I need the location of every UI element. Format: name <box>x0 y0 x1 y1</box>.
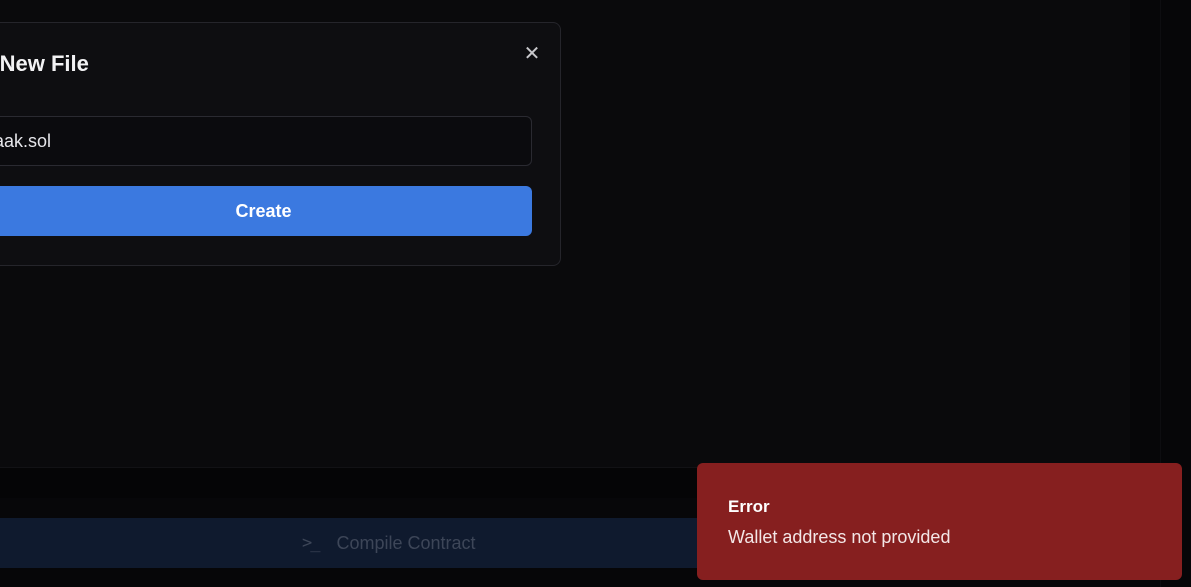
create-button[interactable]: Create <box>0 186 532 236</box>
create-button-label: Create <box>235 200 292 221</box>
close-icon[interactable]: ✕ <box>521 43 543 65</box>
bottom-strip <box>0 568 700 587</box>
toast-message: Wallet address not provided <box>728 527 951 547</box>
dialog-title-text: Create New File <box>0 51 89 76</box>
compile-contract-button[interactable]: >_ Compile Contract <box>0 518 700 568</box>
toast-title: Error <box>728 497 770 516</box>
error-toast: Error Wallet address not provided <box>697 463 1182 580</box>
filename-input[interactable] <box>0 116 532 166</box>
app-window: >_ Compile Contract Create New File ✕ Cr… <box>0 0 1191 587</box>
compile-contract-content: >_ Compile Contract <box>302 518 476 568</box>
terminal-icon: >_ <box>302 533 321 553</box>
compile-contract-label: Compile Contract <box>336 532 476 553</box>
dialog-title: Create New File <box>0 51 521 77</box>
create-file-dialog: Create New File ✕ Create <box>0 22 561 266</box>
